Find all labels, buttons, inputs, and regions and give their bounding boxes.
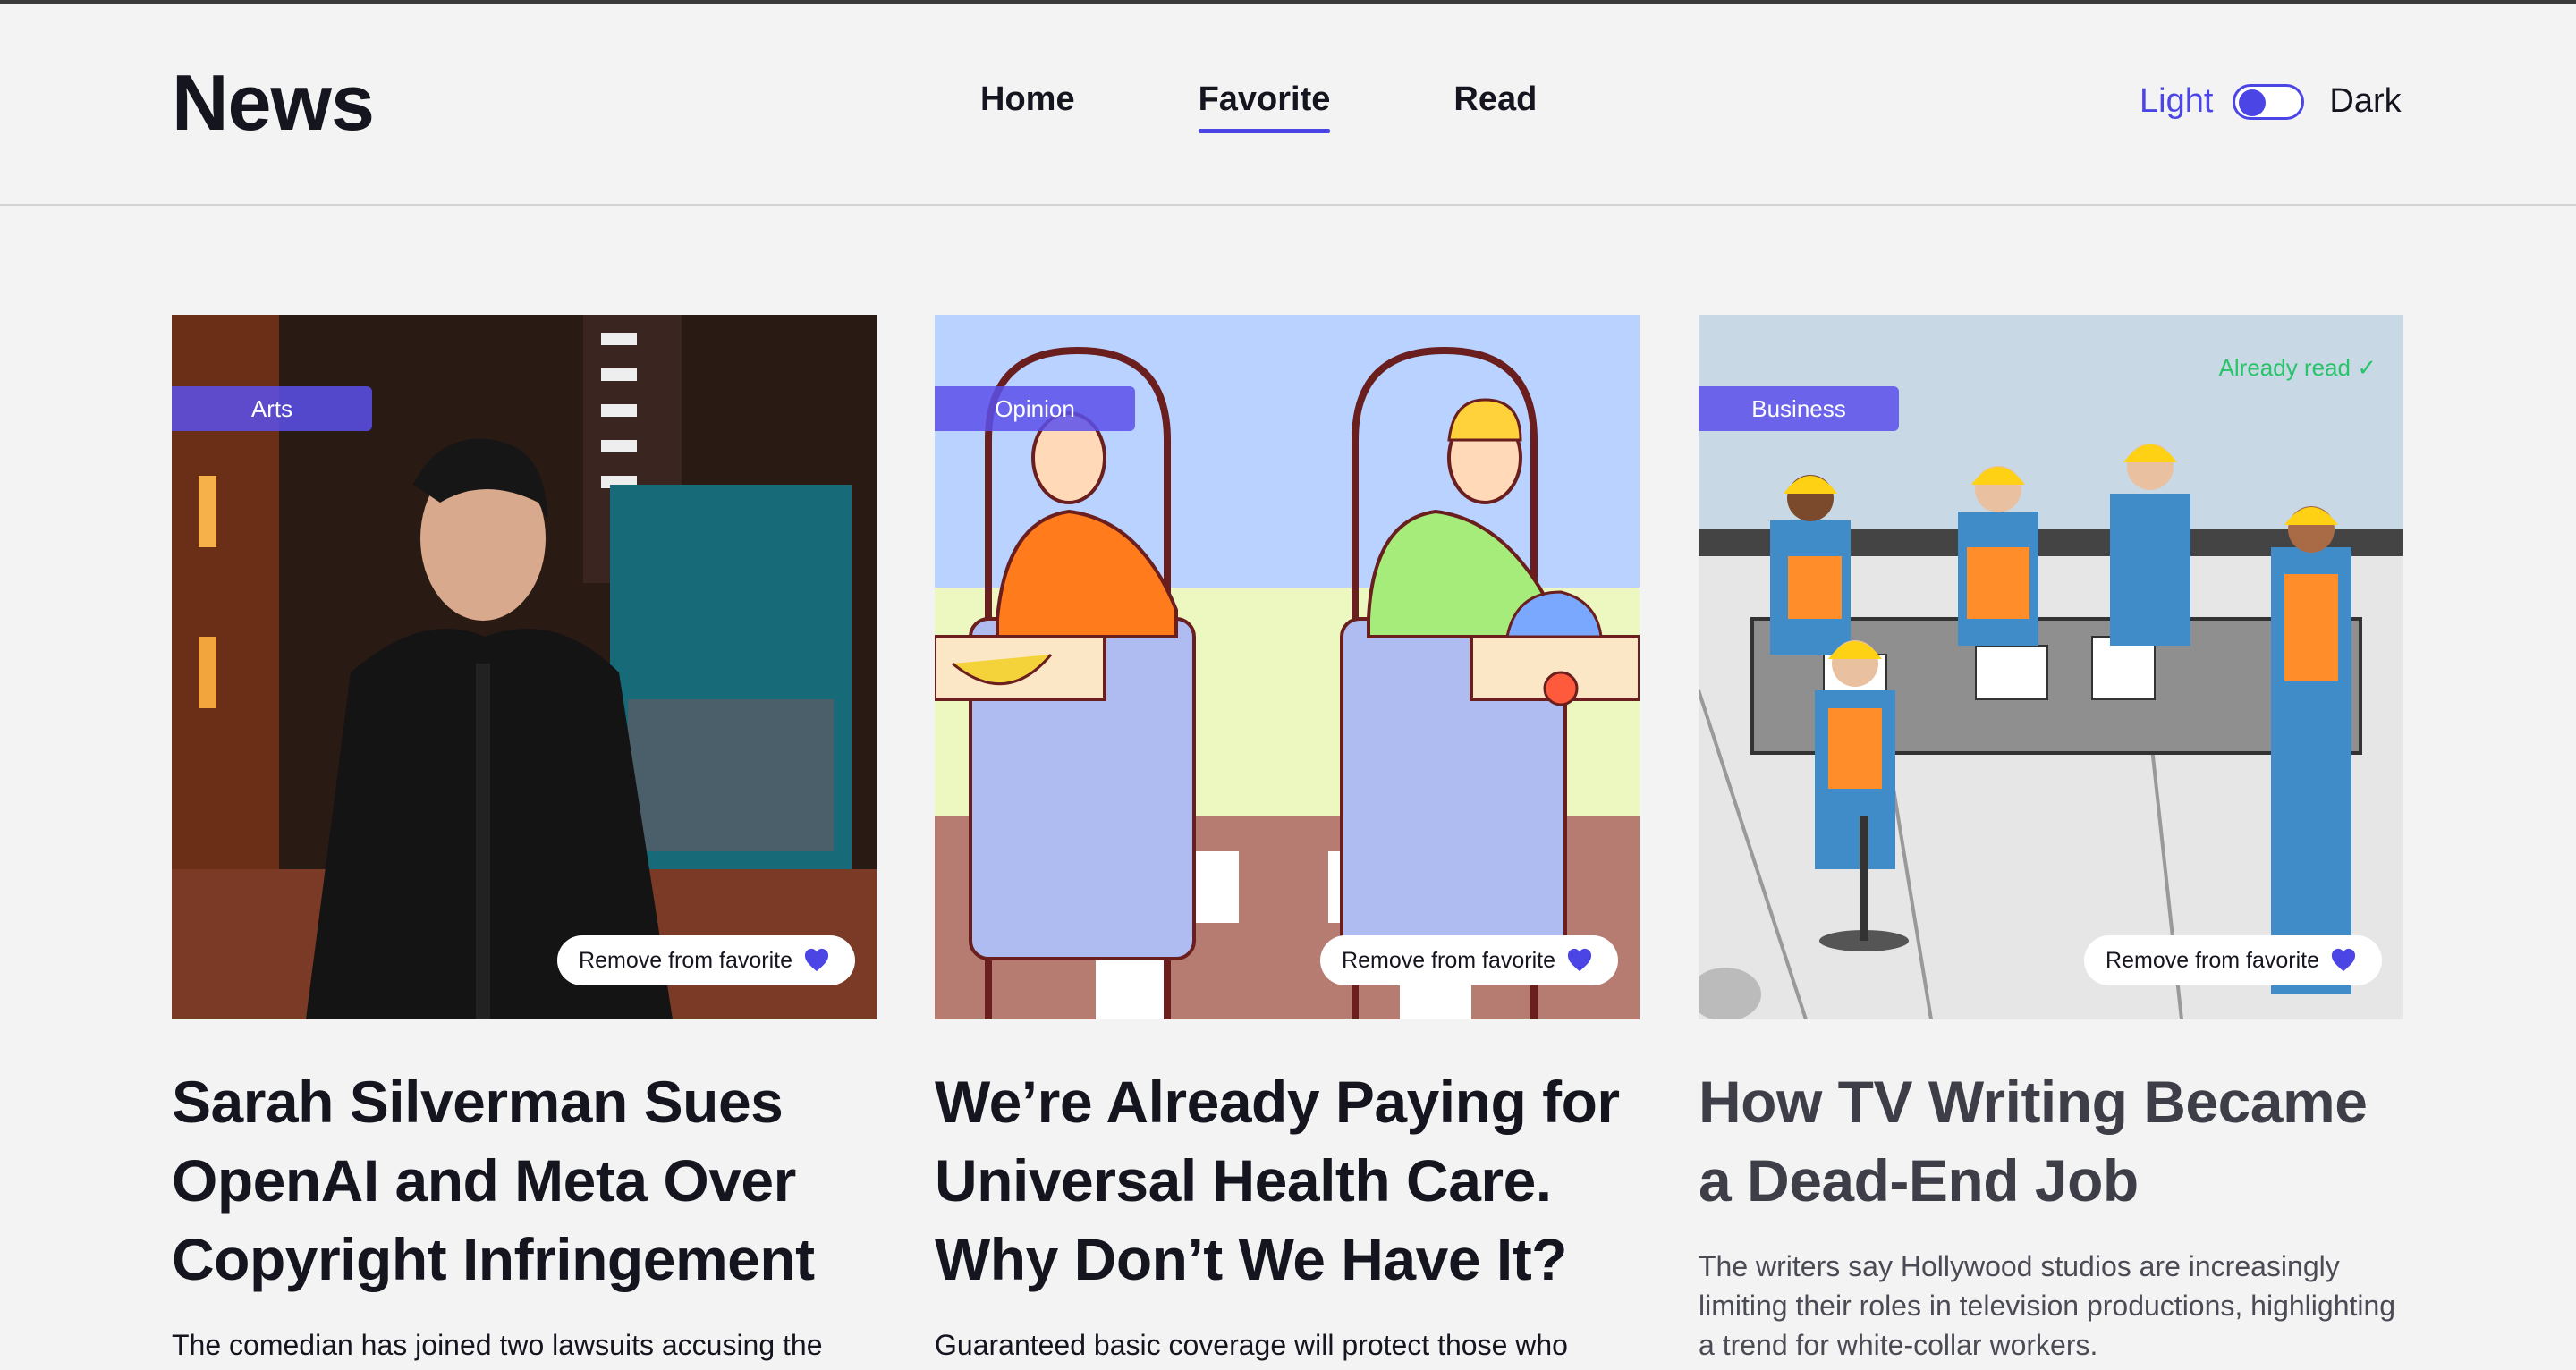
theme-toggle[interactable] xyxy=(2233,83,2305,120)
theme-dark-label[interactable]: Dark xyxy=(2329,82,2401,121)
article-description: The comedian has joined two lawsuits acc… xyxy=(172,1329,823,1361)
article-title[interactable]: Sarah Silverman Sues OpenAI and Meta Ove… xyxy=(172,1062,877,1298)
toggle-knob xyxy=(2239,89,2267,116)
article-image[interactable]: Opinion Remove from favorite xyxy=(935,315,1640,1019)
site-logo[interactable]: News xyxy=(172,57,375,148)
article-card[interactable]: Opinion Remove from favorite We’re Alrea… xyxy=(935,315,1640,1365)
article-description: Guaranteed basic coverage will protect t… xyxy=(935,1329,1568,1361)
site-header: News Home Favorite Read Light Dark xyxy=(0,4,2576,206)
heart-icon xyxy=(2331,948,2356,972)
already-read-label: Already read ✓ xyxy=(2218,354,2377,381)
article-image[interactable]: Already read ✓ Business Remove from favo… xyxy=(1699,315,2403,1019)
article-card[interactable]: Arts Remove from favorite Sarah Silverma… xyxy=(172,315,877,1365)
theme-switcher: Light Dark xyxy=(2140,82,2402,121)
remove-from-favorite-button[interactable]: Remove from favorite xyxy=(557,935,855,985)
remove-from-favorite-button[interactable]: Remove from favorite xyxy=(1320,935,1618,985)
favorite-button-label: Remove from favorite xyxy=(1342,947,1555,973)
nav-favorite[interactable]: Favorite xyxy=(1198,80,1330,133)
article-title[interactable]: How TV Writing Became a Dead-End Job xyxy=(1699,1062,2403,1220)
category-badge: Opinion xyxy=(935,386,1135,431)
favorite-button-label: Remove from favorite xyxy=(2106,947,2319,973)
nav-home[interactable]: Home xyxy=(980,80,1075,130)
article-title[interactable]: We’re Already Paying for Universal Healt… xyxy=(935,1062,1640,1298)
theme-light-label[interactable]: Light xyxy=(2140,82,2213,121)
heart-icon xyxy=(804,948,829,972)
article-image[interactable]: Arts Remove from favorite xyxy=(172,315,877,1019)
category-badge: Arts xyxy=(172,386,372,431)
heart-icon xyxy=(1567,948,1592,972)
remove-from-favorite-button[interactable]: Remove from favorite xyxy=(2084,935,2382,985)
main-nav: Home Favorite Read xyxy=(980,80,1660,133)
article-card[interactable]: Already read ✓ Business Remove from favo… xyxy=(1699,315,2403,1365)
category-badge: Business xyxy=(1699,386,1899,431)
favorite-button-label: Remove from favorite xyxy=(579,947,792,973)
article-description: The writers say Hollywood studios are in… xyxy=(1699,1250,2396,1361)
nav-read[interactable]: Read xyxy=(1453,80,1537,130)
